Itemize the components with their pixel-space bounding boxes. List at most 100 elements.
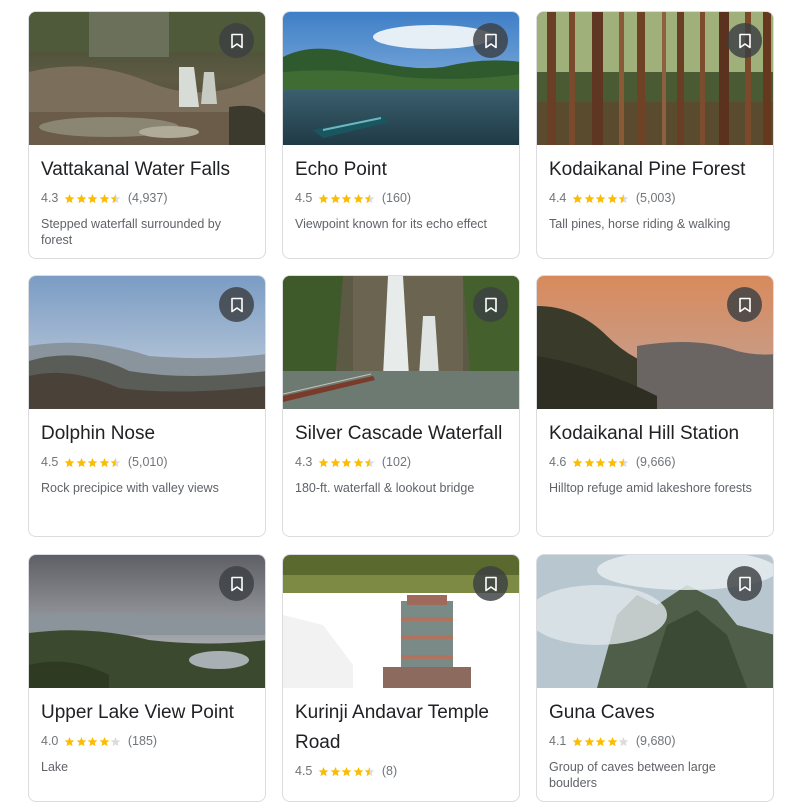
place-photo (537, 12, 773, 145)
review-count: (9,680) (635, 734, 676, 748)
bookmark-button[interactable] (219, 287, 254, 322)
rating-row: 4.5 (8) (295, 761, 507, 781)
bookmark-button[interactable] (727, 566, 762, 601)
star-full-icon (99, 736, 110, 746)
place-title: Echo Point (295, 159, 387, 180)
place-description: Viewpoint known for its echo effect (295, 217, 488, 231)
star-full-icon (607, 457, 618, 467)
bookmark-button[interactable] (473, 566, 508, 601)
star-rating (64, 193, 122, 204)
place-card-silver-cascade[interactable]: Silver Cascade Waterfall 4.3 (102) 180-f… (282, 275, 520, 537)
star-empty-icon (619, 736, 629, 746)
place-title: Upper Lake View Point (41, 702, 234, 723)
star-rating (318, 457, 376, 468)
place-photo (283, 12, 519, 145)
star-full-icon (353, 457, 364, 467)
place-description: Lake (41, 760, 69, 774)
bookmark-icon (230, 297, 243, 312)
bookmark-button[interactable] (473, 23, 508, 58)
place-card-kurinji-temple[interactable]: Kurinji Andavar Temple Road 4.5 (8) (282, 554, 520, 802)
star-full-icon (342, 193, 352, 203)
rating-row: 4.1 (9,680) (549, 731, 761, 751)
rating-row: 4.5 (5,010) (41, 452, 253, 472)
star-full-icon (330, 457, 341, 467)
rating-value: 4.5 (41, 455, 59, 469)
place-photo (29, 555, 265, 688)
bookmark-icon (484, 33, 497, 48)
star-rating (572, 736, 630, 747)
star-half-icon (365, 193, 375, 203)
bookmark-button[interactable] (727, 23, 762, 58)
place-card-echo-point[interactable]: Echo Point 4.5 (160) Viewpoint known for… (282, 11, 520, 259)
bookmark-icon (738, 576, 751, 591)
star-full-icon (342, 457, 352, 467)
star-full-icon (584, 193, 595, 203)
star-full-icon (319, 457, 329, 467)
place-card-hill-station[interactable]: Kodaikanal Hill Station 4.6 (9,666) Hill… (536, 275, 774, 537)
bookmark-button[interactable] (727, 287, 762, 322)
review-count: (185) (127, 734, 158, 748)
rating-value: 4.4 (549, 191, 567, 205)
place-photo (283, 555, 519, 688)
bookmark-button[interactable] (219, 566, 254, 601)
place-photo (29, 12, 265, 145)
bookmark-icon (484, 576, 497, 591)
place-description: Tall pines, horse riding & walking (549, 217, 731, 231)
review-count: (5,010) (127, 455, 168, 469)
star-full-icon (319, 193, 329, 203)
place-card-vattakanal[interactable]: Vattakanal Water Falls 4.3 (4,937) Stepp… (28, 11, 266, 259)
star-half-icon (111, 457, 121, 467)
star-full-icon (99, 193, 110, 203)
place-description: Hilltop refuge amid lakeshore forests (549, 481, 752, 495)
star-full-icon (319, 766, 329, 776)
star-full-icon (353, 193, 364, 203)
place-title: Kodaikanal Hill Station (549, 423, 740, 444)
star-half-icon (111, 193, 121, 203)
star-full-icon (596, 193, 606, 203)
star-full-icon (584, 736, 595, 746)
bookmark-icon (738, 33, 751, 48)
review-count: (9,666) (635, 455, 676, 469)
place-title: Dolphin Nose (41, 423, 156, 444)
star-rating (572, 193, 630, 204)
place-card-guna-caves[interactable]: Guna Caves 4.1 (9,680) Group of caves be… (536, 554, 774, 802)
review-count: (8) (381, 764, 398, 778)
rating-value: 4.3 (41, 191, 59, 205)
star-full-icon (573, 457, 583, 467)
place-card-upper-lake[interactable]: Upper Lake View Point 4.0 (185) Lake (28, 554, 266, 802)
place-photo (283, 276, 519, 409)
star-half-icon (365, 766, 375, 776)
star-half-icon (365, 457, 375, 467)
rating-row: 4.6 (9,666) (549, 452, 761, 472)
star-full-icon (65, 457, 75, 467)
star-full-icon (76, 193, 87, 203)
rating-value: 4.1 (549, 734, 567, 748)
rating-row: 4.5 (160) (295, 188, 507, 208)
bookmark-button[interactable] (473, 287, 508, 322)
star-full-icon (584, 457, 595, 467)
rating-row: 4.3 (102) (295, 452, 507, 472)
bookmark-button[interactable] (219, 23, 254, 58)
bookmark-icon (230, 576, 243, 591)
review-count: (102) (381, 455, 412, 469)
star-rating (318, 766, 376, 777)
star-full-icon (88, 193, 98, 203)
star-full-icon (607, 736, 618, 746)
star-full-icon (353, 766, 364, 776)
star-full-icon (573, 736, 583, 746)
place-card-dolphin-nose[interactable]: Dolphin Nose 4.5 (5,010) Rock precipice … (28, 275, 266, 537)
bookmark-icon (230, 33, 243, 48)
place-photo (537, 276, 773, 409)
rating-value: 4.3 (295, 455, 313, 469)
star-full-icon (99, 457, 110, 467)
star-full-icon (596, 457, 606, 467)
bookmark-icon (484, 297, 497, 312)
star-full-icon (76, 457, 87, 467)
rating-row: 4.0 (185) (41, 731, 253, 751)
place-description: Stepped waterfall surrounded by forest (41, 217, 221, 247)
rating-row: 4.3 (4,937) (41, 188, 253, 208)
star-full-icon (76, 736, 87, 746)
star-full-icon (573, 193, 583, 203)
place-card-pine-forest[interactable]: Kodaikanal Pine Forest 4.4 (5,003) Tall … (536, 11, 774, 259)
star-full-icon (342, 766, 352, 776)
